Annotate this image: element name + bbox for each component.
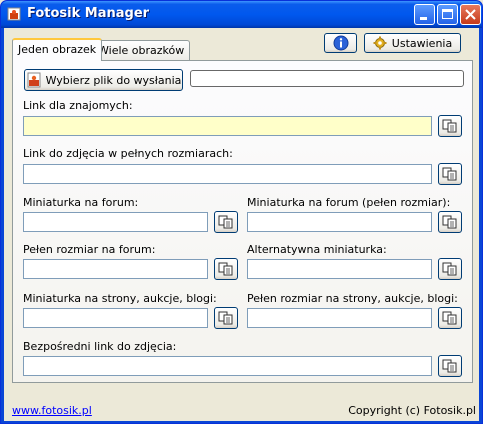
label-link-friends: Link dla znajomych: [23, 99, 133, 112]
tab-single-image[interactable]: Jeden obrazek [12, 38, 103, 61]
label-thumb-forum-full: Miniaturka na forum (pełen rozmiar): [247, 196, 451, 209]
copy-thumb-pages-button[interactable] [214, 307, 238, 329]
copyright-text: Copyright (c) Fotosik.pl [348, 404, 476, 417]
settings-label: Ustawienia [391, 36, 453, 50]
upload-progress-bar [190, 70, 464, 87]
full-pages-field[interactable] [247, 308, 432, 328]
close-button[interactable] [460, 4, 481, 25]
copy-icon [442, 311, 457, 325]
copy-full-forum-button[interactable] [214, 258, 238, 280]
copy-alt-thumb-button[interactable] [438, 258, 462, 280]
copy-icon [218, 215, 233, 229]
copy-icon [218, 262, 233, 276]
label-alt-thumb: Alternatywna miniaturka: [247, 243, 387, 256]
copy-link-full-button[interactable] [438, 163, 462, 185]
copy-full-pages-button[interactable] [438, 307, 462, 329]
gear-icon [373, 36, 387, 50]
choose-file-label: Wybierz plik do wysłania [45, 73, 182, 87]
titlebar[interactable]: Fotosik Manager [1, 1, 482, 28]
copy-icon [218, 311, 233, 325]
copy-thumb-forum-full-button[interactable] [438, 211, 462, 233]
tab-label: Jeden obrazek [18, 43, 97, 56]
tab-label: Wiele obrazków [98, 44, 185, 57]
minimize-icon [420, 17, 427, 20]
fotosik-website-link[interactable]: www.fotosik.pl [12, 404, 92, 417]
copy-icon [442, 262, 457, 276]
choose-file-button[interactable]: Wybierz plik do wysłania [24, 69, 183, 91]
link-friends-field[interactable] [23, 116, 432, 136]
label-full-forum: Pełen rozmiar na forum: [23, 243, 156, 256]
copy-icon [442, 119, 457, 133]
info-button[interactable] [324, 33, 357, 53]
full-forum-field[interactable] [23, 259, 208, 279]
copy-thumb-forum-button[interactable] [214, 211, 238, 233]
maximize-icon [442, 9, 453, 19]
copy-icon [442, 215, 457, 229]
minimize-button[interactable] [414, 4, 435, 25]
link-full-field[interactable] [23, 164, 432, 184]
copy-icon [442, 359, 457, 373]
label-thumb-pages: Miniaturka na strony, aukcje, blogi: [23, 292, 217, 305]
maximize-button[interactable] [437, 4, 458, 25]
tab-multiple-images[interactable]: Wiele obrazków [92, 40, 191, 60]
copy-link-friends-button[interactable] [438, 115, 462, 137]
thumb-forum-field[interactable] [23, 212, 208, 232]
thumb-forum-full-field[interactable] [247, 212, 432, 232]
label-link-full: Link do zdjęcia w pełnych rozmiarach: [23, 147, 233, 160]
label-direct-link: Bezpośredni link do zdjęcia: [23, 340, 177, 353]
label-thumb-forum: Miniaturka na forum: [23, 196, 139, 209]
copy-direct-link-button[interactable] [438, 355, 462, 377]
info-icon [333, 35, 348, 51]
upload-file-icon [27, 72, 41, 88]
close-icon [465, 9, 476, 20]
settings-button[interactable]: Ustawienia [364, 33, 461, 53]
app-icon [7, 7, 21, 21]
copy-icon [442, 167, 457, 181]
window-title: Fotosik Manager [27, 6, 150, 21]
thumb-pages-field[interactable] [23, 308, 208, 328]
alt-thumb-field[interactable] [247, 259, 432, 279]
direct-link-field[interactable] [23, 356, 432, 376]
label-full-pages: Pełen rozmiar na strony, aukcje, blogi: [247, 292, 458, 305]
app-window: Fotosik Manager Jeden obrazek Wiele obra… [0, 0, 483, 424]
